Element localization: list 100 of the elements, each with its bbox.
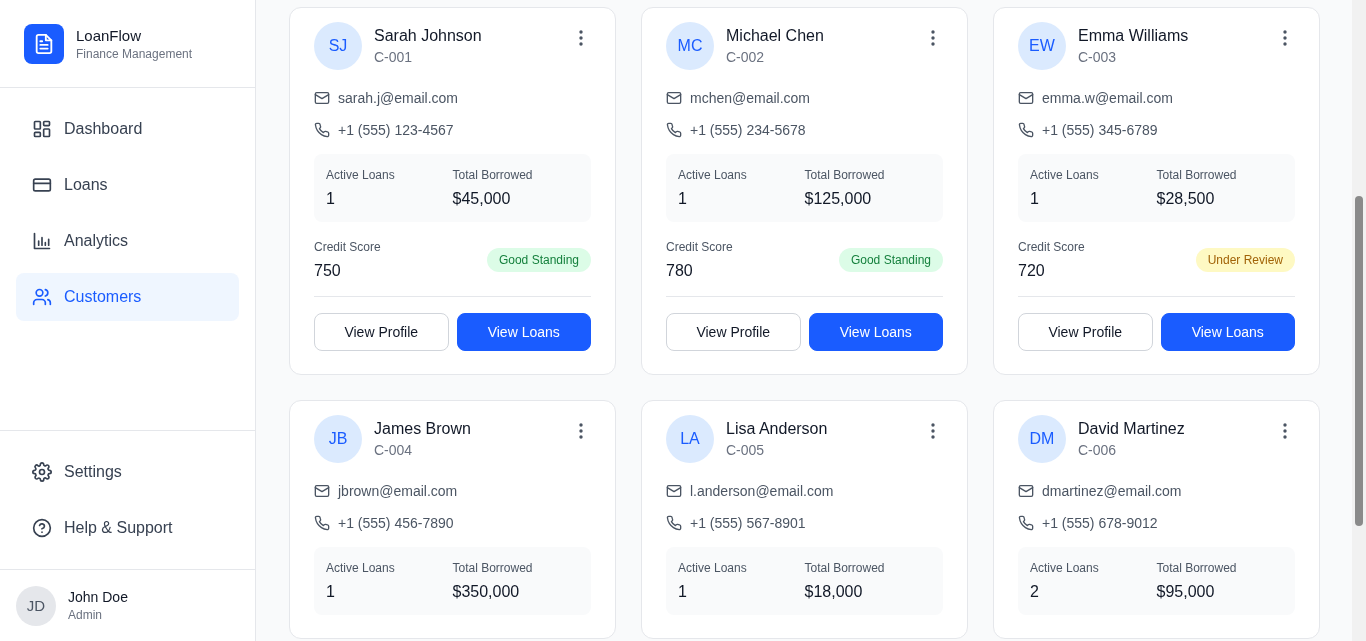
status-badge: Under Review — [1195, 248, 1295, 272]
email: sarah.j@email.com — [338, 90, 459, 106]
dashboard-icon — [32, 119, 52, 139]
credit-score: 780 — [666, 262, 694, 280]
view-profile-button[interactable]: View Profile — [666, 313, 801, 351]
customer-id: C-003 — [1078, 49, 1118, 65]
stat-value: 1 — [326, 583, 336, 601]
email: emma.w@email.com — [1042, 90, 1173, 106]
stat-value: 1 — [678, 190, 688, 208]
customer-id: C-006 — [1078, 442, 1118, 458]
view-loans-button[interactable]: View Loans — [808, 313, 943, 351]
credit-score-label: Credit Score — [666, 240, 733, 254]
view-profile-button[interactable]: View Profile — [1018, 313, 1153, 351]
view-loans-button[interactable]: View Loans — [456, 313, 591, 351]
phone-icon — [314, 515, 330, 531]
stat-label: Total Borrowed — [804, 168, 886, 182]
avatar: LA — [666, 415, 714, 463]
stat-label: Active Loans — [1030, 168, 1100, 182]
phone-number: +1 (555) 567-8901 — [690, 515, 806, 531]
stat-value: $125,000 — [804, 190, 873, 208]
phone-icon — [314, 122, 330, 138]
mail-icon — [1018, 483, 1034, 499]
bar-chart-icon — [32, 231, 52, 251]
customer-name: Lisa Anderson — [726, 420, 829, 438]
stat-value: $28,500 — [1156, 190, 1216, 208]
credit-score-label: Credit Score — [1018, 240, 1085, 254]
email: jbrown@email.com — [338, 483, 458, 499]
stat-value: $95,000 — [1156, 583, 1216, 601]
avatar: JB — [314, 415, 362, 463]
stat-value: $18,000 — [804, 583, 864, 601]
status-badge: Good Standing — [486, 248, 591, 272]
avatar: MC — [666, 22, 714, 70]
phone-icon — [1018, 122, 1034, 138]
customer-id: C-004 — [374, 442, 414, 458]
user-name: John Doe — [68, 589, 128, 605]
view-profile-button[interactable]: View Profile — [314, 313, 449, 351]
stat-value: $45,000 — [452, 190, 512, 208]
stat-value: 2 — [1030, 583, 1040, 601]
credit-card-icon — [32, 175, 52, 195]
phone-number: +1 (555) 678-9012 — [1042, 515, 1158, 531]
help-icon — [32, 518, 52, 538]
customer-name: Michael Chen — [726, 27, 825, 45]
nav-item[interactable]: Dashboard — [16, 105, 239, 153]
customer-id: C-002 — [726, 49, 766, 65]
phone-icon — [666, 515, 682, 531]
stat-value: 1 — [1030, 190, 1040, 208]
user-role: Admin — [68, 608, 103, 622]
nav-item[interactable]: Loans — [16, 161, 239, 209]
credit-score-label: Credit Score — [314, 240, 381, 254]
document-logo-icon — [24, 23, 64, 64]
customer-id: C-001 — [374, 49, 414, 65]
email: dmartinez@email.com — [1042, 483, 1182, 499]
stat-label: Active Loans — [678, 168, 748, 182]
stat-label: Active Loans — [326, 168, 396, 182]
avatar: EW — [1018, 22, 1066, 70]
mail-icon — [314, 483, 330, 499]
avatar: DM — [1018, 415, 1066, 463]
mail-icon — [666, 90, 682, 106]
customer-name: Emma Williams — [1078, 27, 1190, 45]
credit-score: 720 — [1018, 262, 1046, 280]
stat-label: Active Loans — [326, 561, 396, 575]
customer-id: C-005 — [726, 442, 766, 458]
mail-icon — [1018, 90, 1034, 106]
phone-icon — [1018, 515, 1034, 531]
status-badge: Good Standing — [838, 248, 943, 272]
stat-label: Total Borrowed — [804, 561, 886, 575]
phone-number: +1 (555) 345-6789 — [1042, 122, 1158, 138]
app-subtitle: Finance Management — [76, 46, 193, 61]
customer-name: James Brown — [374, 420, 472, 438]
user-avatar: JD — [16, 585, 56, 626]
email: mchen@email.com — [690, 90, 811, 106]
stat-label: Active Loans — [1030, 561, 1100, 575]
stat-value: $350,000 — [452, 583, 521, 601]
nav-item[interactable]: Analytics — [16, 217, 239, 265]
nav-item[interactable]: Customers — [16, 273, 239, 321]
scrollbar[interactable] — [1352, 0, 1366, 641]
settings-icon — [32, 462, 52, 482]
nav-item[interactable]: Help & Support — [16, 504, 239, 552]
phone-number: +1 (555) 456-7890 — [338, 515, 454, 531]
avatar: SJ — [314, 22, 362, 70]
phone-number: +1 (555) 234-5678 — [690, 122, 806, 138]
stat-label: Total Borrowed — [452, 561, 534, 575]
mail-icon — [666, 483, 682, 499]
customer-name: Sarah Johnson — [374, 27, 483, 45]
stat-label: Total Borrowed — [1156, 561, 1238, 575]
users-icon — [32, 287, 52, 307]
customer-name: David Martinez — [1078, 420, 1186, 438]
stat-value: 1 — [326, 190, 336, 208]
nav-item[interactable]: Settings — [16, 448, 239, 496]
view-loans-button[interactable]: View Loans — [1160, 313, 1295, 351]
email: l.anderson@email.com — [690, 483, 834, 499]
stat-label: Total Borrowed — [1156, 168, 1238, 182]
credit-score: 750 — [314, 262, 342, 280]
app-name: LoanFlow — [76, 26, 143, 44]
stat-value: 1 — [678, 583, 688, 601]
stat-label: Active Loans — [678, 561, 748, 575]
phone-icon — [666, 122, 682, 138]
mail-icon — [314, 90, 330, 106]
phone-number: +1 (555) 123-4567 — [338, 122, 454, 138]
stat-label: Total Borrowed — [452, 168, 534, 182]
